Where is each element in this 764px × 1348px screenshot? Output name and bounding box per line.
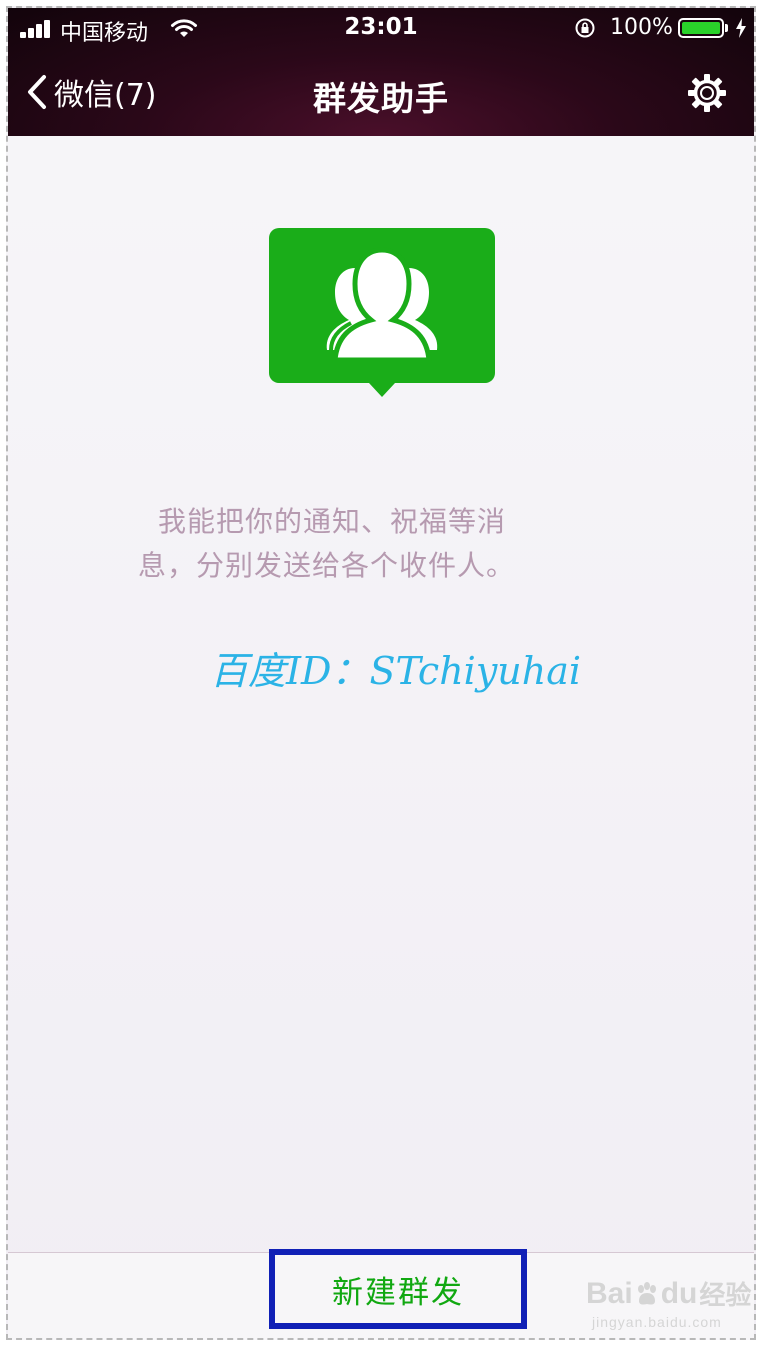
feature-description: 我能把你的通知、祝福等消 息，分别发送给各个收件人。 [138, 500, 584, 588]
bottom-bar: 新建群发 Bai du 经验 jingyan.baidu.com [8, 1249, 754, 1338]
navigation-bar: 微信(7) 群发助手 [8, 48, 754, 136]
new-broadcast-label: 新建群发 [332, 1274, 464, 1311]
baidu-brand-left: Bai [586, 1276, 633, 1310]
baidu-brand-right: du [660, 1276, 698, 1310]
new-broadcast-button[interactable]: 新建群发 [269, 1249, 527, 1329]
author-watermark: 百度ID：STchiyuhai [210, 649, 582, 693]
orientation-lock-icon [575, 18, 595, 38]
status-bar: 中国移动 23:01 100% [8, 8, 754, 48]
description-line-1: 我能把你的通知、祝福等消 [158, 505, 507, 538]
charging-bolt-icon [736, 18, 746, 38]
group-contacts-icon [269, 228, 495, 397]
paw-icon [637, 1281, 656, 1305]
description-line-2: 息，分别发送给各个收件人。 [138, 549, 516, 582]
baidu-jingyan-watermark: Bai du 经验 jingyan.baidu.com [586, 1275, 752, 1331]
battery-cap [725, 24, 728, 32]
battery-percent: 100% [610, 15, 673, 40]
page-title: 群发助手 [313, 79, 449, 118]
gear-icon[interactable] [686, 72, 728, 114]
baidu-url: jingyan.baidu.com [592, 1314, 722, 1330]
phone-screen: 中国移动 23:01 100% 微信(7) 群发助手 我能把你的通知、祝福等消 … [6, 6, 756, 1340]
baidu-product: 经验 [699, 1280, 752, 1310]
battery-icon [678, 18, 724, 38]
header: 中国移动 23:01 100% 微信(7) 群发助手 [8, 8, 754, 136]
